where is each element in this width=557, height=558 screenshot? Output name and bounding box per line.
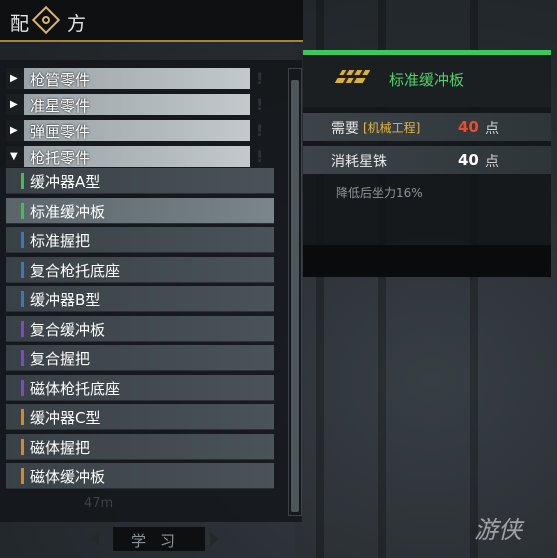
detail-footer: [303, 245, 551, 277]
recipe-list-item[interactable]: 复合枪托底座: [6, 256, 274, 283]
recipe-gear-icon: [31, 5, 61, 35]
distance-label: 47m: [84, 496, 114, 511]
recipe-item-label: 缓冲器B型: [30, 291, 101, 309]
category-label: 弹匣零件: [30, 123, 91, 141]
learn-left-arrow-icon: [90, 532, 99, 546]
category-label: 枪管零件: [30, 71, 91, 89]
collapsed-arrow-icon: ▶: [10, 125, 18, 136]
recipe-item-label: 标准握把: [30, 232, 91, 250]
title-char-1: 配: [10, 13, 30, 35]
requirement-skill-row: 需要 [机械工程] 40 点: [303, 113, 551, 141]
list-scrollbar-thumb[interactable]: [291, 80, 299, 512]
requirement-unit: 点: [485, 121, 499, 137]
recipe-list-item[interactable]: 复合缓冲板: [6, 315, 274, 342]
buffer-plate-icon: [334, 70, 370, 83]
alert-icon: !: [256, 121, 264, 140]
rarity-marker: [21, 202, 24, 219]
recipe-item-label: 缓冲器C型: [30, 409, 101, 427]
requirement-cost-row: 消耗星铢 40 点: [303, 146, 551, 174]
recipe-item-label: 缓冲器A型: [30, 173, 101, 191]
learn-button-label: 学习: [131, 532, 190, 550]
collapsed-arrow-icon: ▶: [10, 73, 18, 84]
category-row[interactable]: ▶ 准星零件: [6, 94, 250, 115]
rarity-marker: [21, 173, 24, 189]
alert-icon: !: [256, 69, 264, 88]
category-row[interactable]: ▶ 枪管零件: [6, 68, 250, 89]
requirement-skill-name: [机械工程]: [363, 121, 421, 135]
recipe-list-item[interactable]: 缓冲器A型: [6, 168, 274, 194]
recipe-list-item[interactable]: 磁体枪托底座: [6, 374, 274, 401]
category-label: 准星零件: [30, 97, 91, 115]
recipe-item-label: 复合缓冲板: [30, 320, 106, 339]
recipe-item-label: 磁体缓冲板: [30, 468, 106, 486]
learn-right-arrow-icon: [210, 532, 219, 546]
recipe-item-label: 标准缓冲板: [30, 202, 106, 221]
cost-label: 消耗星铢: [331, 154, 387, 170]
category-label: 枪托零件: [30, 149, 91, 167]
collapsed-arrow-icon: ▶: [10, 99, 18, 110]
recipe-item-label: 磁体握把: [30, 438, 91, 457]
title-char-2: 方: [67, 13, 87, 35]
rarity-marker: [21, 468, 24, 484]
category-row[interactable]: ▼ 枪托零件: [6, 146, 250, 167]
rarity-marker: [21, 438, 24, 455]
cost-value: 40: [458, 151, 479, 169]
recipe-list-item[interactable]: 缓冲器C型: [6, 404, 274, 430]
recipe-list-item[interactable]: 标准缓冲板: [6, 197, 274, 224]
cost-unit: 点: [485, 154, 499, 170]
recipe-item-label: 磁体枪托底座: [30, 379, 121, 398]
recipe-list-item[interactable]: 磁体握把: [6, 433, 274, 460]
rarity-marker: [21, 350, 24, 366]
rarity-marker: [21, 320, 24, 337]
rarity-marker: [21, 409, 24, 425]
alert-icon: !: [256, 147, 264, 166]
detail-description: 降低后坐力16%: [336, 186, 423, 200]
rarity-marker: [21, 379, 24, 396]
requirement-value: 40: [458, 118, 479, 136]
expanded-arrow-icon: ▼: [10, 151, 18, 162]
recipe-list-item[interactable]: 复合握把: [6, 345, 274, 371]
recipe-list-item[interactable]: 磁体缓冲板: [6, 463, 274, 489]
rarity-marker: [21, 261, 24, 278]
rarity-marker: [21, 232, 24, 248]
detail-item-name: 标准缓冲板: [389, 71, 465, 89]
alert-icon: !: [256, 95, 264, 114]
learn-button[interactable]: 学习: [112, 526, 206, 552]
recipe-list-item[interactable]: 缓冲器B型: [6, 286, 274, 312]
recipe-list-item[interactable]: 标准握把: [6, 227, 274, 253]
requirement-label: 需要: [331, 121, 359, 137]
rarity-marker: [21, 291, 24, 307]
recipe-title-bar: 配 方: [0, 0, 303, 42]
recipe-item-label: 复合枪托底座: [30, 261, 121, 280]
recipe-item-label: 复合握把: [30, 350, 91, 368]
category-row[interactable]: ▶ 弹匣零件: [6, 120, 250, 141]
watermark-logo: 游侠: [474, 516, 522, 544]
